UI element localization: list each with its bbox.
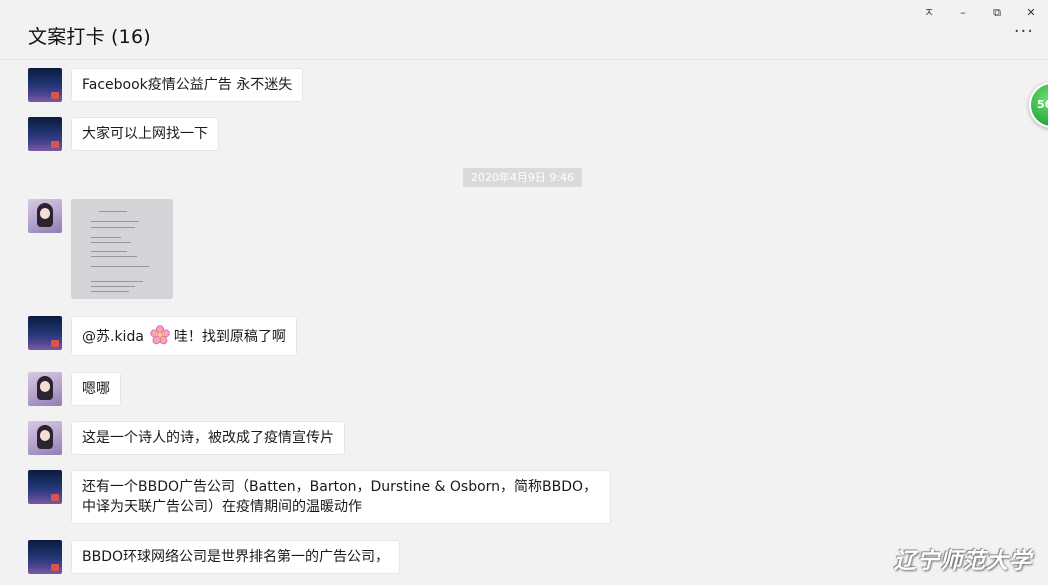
message-bubble[interactable]: BBDO环球网络公司是世界排名第一的广告公司， — [71, 540, 401, 574]
avatar[interactable] — [28, 470, 62, 504]
message-bubble[interactable]: 这是一个诗人的诗，被改成了疫情宣传片 — [71, 421, 345, 455]
message-bubble[interactable]: 嗯哪 — [71, 372, 121, 406]
chat-window: 文案打卡 (16) ㅈ – ⧉ ✕ ··· Facebook疫情公益广告 永不迷… — [0, 0, 1048, 585]
message-bubble[interactable]: 大家可以上网找一下 — [71, 117, 219, 151]
avatar[interactable] — [28, 117, 62, 151]
avatar[interactable] — [28, 316, 62, 350]
restore-button[interactable]: ⧉ — [982, 2, 1012, 24]
avatar[interactable] — [28, 421, 62, 455]
chat-title: 文案打卡 (16) — [28, 26, 151, 48]
minimize-button[interactable]: – — [948, 2, 978, 24]
chat-header: 文案打卡 (16) ㅈ – ⧉ ✕ ··· — [0, 0, 1048, 60]
more-options-icon[interactable]: ··· — [1014, 23, 1034, 41]
cherry-blossom-icon — [150, 325, 170, 345]
avatar[interactable] — [28, 540, 62, 574]
watermark-logo: 辽宁师范大学 — [893, 548, 1032, 574]
message-bubble[interactable]: @苏.kida 哇！找到原稿了啊 — [71, 316, 297, 356]
avatar[interactable] — [28, 199, 62, 233]
message-bubble[interactable]: 还有一个BBDO广告公司（Batten，Barton，Durstine & Os… — [71, 470, 611, 524]
mention-text[interactable]: @苏.kida — [82, 329, 144, 345]
image-message-thumbnail[interactable] — [71, 199, 173, 299]
floating-badge[interactable]: 56 — [1029, 82, 1048, 128]
avatar[interactable] — [28, 68, 62, 102]
message-text: 哇！找到原稿了啊 — [173, 329, 286, 345]
pin-icon[interactable]: ㅈ — [914, 2, 944, 24]
avatar[interactable] — [28, 372, 62, 406]
message-bubble[interactable]: Facebook疫情公益广告 永不迷失 — [71, 68, 304, 102]
timestamp-divider: 2020年4月9日 9:46 — [463, 168, 582, 187]
